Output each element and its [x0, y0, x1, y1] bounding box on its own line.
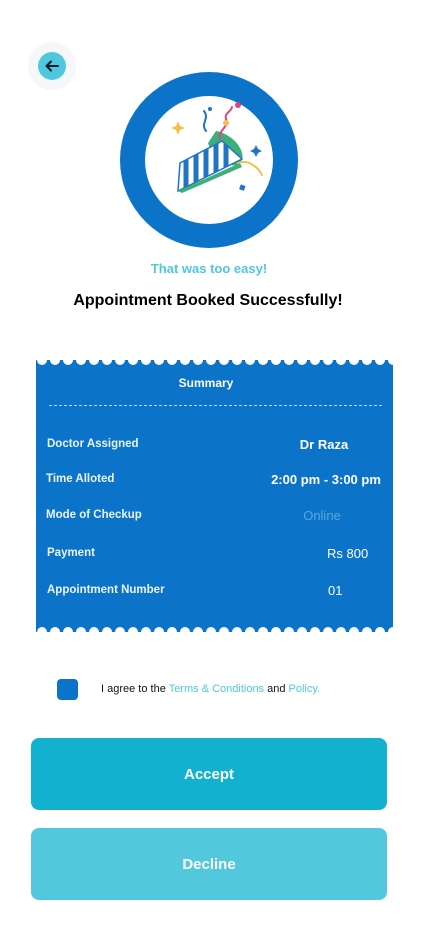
accept-button[interactable]: Accept — [31, 738, 387, 810]
terms-text: I agree to the Terms & Conditions and Po… — [101, 683, 320, 695]
summary-divider — [49, 405, 382, 406]
row-value: Rs 800 — [327, 546, 369, 561]
back-button[interactable] — [38, 52, 66, 80]
terms-prefix: I agree to the — [101, 683, 169, 695]
row-label: Payment — [47, 547, 95, 559]
row-value: Online — [303, 508, 341, 523]
summary-row-time: Time Alloted 2:00 pm - 3:00 pm — [36, 470, 393, 490]
decline-button[interactable]: Decline — [31, 828, 387, 900]
terms-and: and — [264, 683, 289, 695]
summary-row-appointment-number: Appointment Number 01 — [36, 581, 393, 601]
row-label: Appointment Number — [47, 584, 165, 596]
terms-link[interactable]: Terms & Conditions — [169, 683, 264, 695]
summary-row-doctor: Doctor Assigned Dr Raza — [36, 435, 393, 455]
row-value: 2:00 pm - 3:00 pm — [271, 472, 381, 487]
terms-checkbox[interactable] — [57, 679, 78, 700]
scallop-edge-top — [36, 360, 393, 368]
summary-row-payment: Payment Rs 800 — [36, 544, 393, 564]
summary-title: Summary — [178, 376, 234, 390]
policy-link[interactable]: Policy. — [289, 683, 321, 695]
success-badge — [120, 72, 298, 248]
summary-card: Summary Doctor Assigned Dr Raza Time All… — [36, 360, 393, 632]
arrow-left-icon — [45, 60, 59, 72]
row-label: Mode of Checkup — [46, 509, 142, 521]
row-label: Time Alloted — [46, 473, 115, 485]
success-tagline: That was too easy! — [150, 261, 268, 276]
row-value: 01 — [328, 583, 343, 598]
row-label: Doctor Assigned — [47, 438, 139, 450]
badge-inner — [145, 96, 273, 224]
page-title: Appointment Booked Successfully! — [73, 292, 343, 309]
scallop-edge-bottom — [36, 624, 393, 632]
terms-agreement: I agree to the Terms & Conditions and Po… — [57, 679, 387, 701]
summary-row-mode: Mode of Checkup Online — [36, 506, 393, 526]
party-popper-icon — [171, 102, 263, 193]
row-value: Dr Raza — [299, 437, 349, 452]
